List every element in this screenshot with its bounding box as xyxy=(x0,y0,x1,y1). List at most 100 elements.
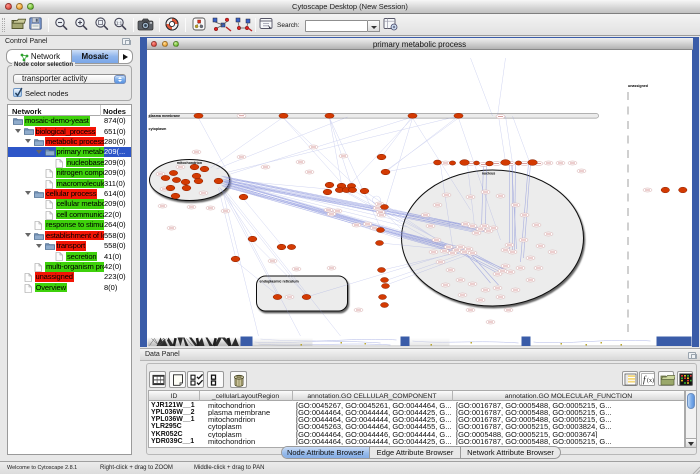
file-icon xyxy=(45,211,55,219)
vizmapper-grid-icon[interactable] xyxy=(192,17,206,31)
layout-network-icon[interactable] xyxy=(212,17,232,32)
attribute-table[interactable]: ID_cellularLayoutRegionannotation.GO CEL… xyxy=(148,390,685,448)
table-cell: [GO:0045267, GO:0045261, GO:0044464, G..… xyxy=(296,402,452,409)
table-row[interactable]: YKR052Ccytoplasm[GO:0044464, GO:0044446,… xyxy=(149,431,684,438)
svg-text:endoplasmic reticulum: endoplasmic reticulum xyxy=(259,280,298,284)
open-folder-icon[interactable] xyxy=(11,17,26,30)
expand-triangle-icon[interactable] xyxy=(36,150,42,154)
select-nodes-label: Select nodes xyxy=(25,89,68,98)
toolbar-separator xyxy=(159,18,160,32)
table-scrollbar[interactable] xyxy=(685,390,697,448)
tree-row[interactable]: nitrogen compo209(0) xyxy=(8,168,131,178)
resize-grip-icon[interactable] xyxy=(692,466,700,474)
zoom-in-icon[interactable] xyxy=(74,17,88,31)
table-row[interactable]: YDR039C__1mitochondrion[GO:0044464, GO:0… xyxy=(149,438,684,445)
node-color-combobox[interactable]: transporter activity xyxy=(13,74,126,84)
search-dropdown-button[interactable] xyxy=(368,20,380,32)
tree-row[interactable]: unassigned 223(0) xyxy=(8,272,131,282)
tree-row-count: 223(0) xyxy=(104,272,126,282)
network-view-window: primary metabolic process plasma membran… xyxy=(140,37,699,347)
window-titlebar: Cytoscape Desktop (New Session) xyxy=(0,0,700,14)
expand-triangle-icon[interactable] xyxy=(15,129,21,133)
network-tree-panel: Network Nodes mosaic-demo-yeast874(0)bio… xyxy=(7,104,132,455)
float-panel-icon[interactable] xyxy=(122,38,130,45)
expand-triangle-icon[interactable] xyxy=(25,233,31,237)
tree-header: Network Nodes xyxy=(8,105,131,116)
import-attr-icon[interactable] xyxy=(658,371,674,386)
column-header[interactable]: _cellularLayoutRegion xyxy=(199,393,292,400)
toolbar-grip xyxy=(2,18,5,32)
column-header[interactable]: ID xyxy=(149,393,199,400)
tree-row[interactable]: response to stimul264(0) xyxy=(8,220,131,230)
column-header[interactable]: annotation.GO MOLECULAR_FUNCTION xyxy=(452,393,685,400)
new-attr-icon[interactable] xyxy=(169,371,186,388)
tab-network-attribute-browser[interactable]: Network Attribute Browser xyxy=(461,447,560,458)
help-ring-icon[interactable] xyxy=(165,17,179,31)
advanced-search-icon[interactable] xyxy=(383,17,398,31)
control-panel: Control Panel Network Mosaic Node color … xyxy=(0,36,140,461)
save-icon[interactable] xyxy=(29,17,42,30)
tree-row[interactable]: primary metabo209(... xyxy=(8,147,131,157)
table-cell: [GO:0016787, GO:0005488, GO:0005215, G..… xyxy=(456,409,685,416)
function-builder-icon[interactable]: f(x) xyxy=(639,371,655,386)
table-row[interactable]: YJR121W__1mitochondrion[GO:0045267, GO:0… xyxy=(149,402,684,409)
attr-list-icon[interactable] xyxy=(622,371,638,386)
tab-mosaic[interactable]: Mosaic xyxy=(71,50,119,63)
expand-triangle-icon[interactable] xyxy=(25,191,31,195)
network-window-titlebar[interactable]: primary metabolic process xyxy=(147,38,693,50)
tree-row[interactable]: secretion41(0) xyxy=(8,251,131,261)
zoom-out-icon[interactable] xyxy=(54,17,68,31)
select-attr-icon[interactable] xyxy=(187,371,204,388)
tree-row[interactable]: cell communicat22(0) xyxy=(8,209,131,219)
status-bar: Welcome to Cytoscape 2.8.1 Right-click +… xyxy=(0,461,700,474)
scrollbar-arrows-icon[interactable] xyxy=(686,438,696,447)
file-icon xyxy=(24,273,34,281)
tree-row[interactable]: macromolecule311(0) xyxy=(8,178,131,188)
unselect-attr-icon[interactable] xyxy=(207,371,224,388)
attribute-window-icon[interactable] xyxy=(259,17,273,30)
svg-text:1:1: 1:1 xyxy=(116,20,123,25)
tree-row-count: 42(0) xyxy=(104,262,122,272)
table-cell: [GO:0044464, GO:0044444, GO:0044425, G..… xyxy=(296,409,452,416)
tree-row-label: macromolecule xyxy=(56,179,104,189)
tree-row-label: secretion xyxy=(66,252,97,262)
tree-row[interactable]: mosaic-demo-yeast874(0) xyxy=(8,116,131,126)
tree-row[interactable]: biological_process651(0) xyxy=(8,126,131,136)
expand-triangle-icon[interactable] xyxy=(36,244,42,248)
scrollbar-thumb[interactable] xyxy=(687,393,695,409)
network-canvas[interactable]: plasma membranecytoplasmmitochondrionnuc… xyxy=(147,50,692,336)
control-panel-header: Control Panel xyxy=(0,37,133,48)
table-row[interactable]: YLR295Ccytoplasm[GO:0045263, GO:0044464,… xyxy=(149,423,684,430)
table-cell: YPL036W__1 xyxy=(151,416,199,423)
delete-attr-icon[interactable] xyxy=(230,371,247,388)
table-row[interactable]: YPL036W__1mitochondrion[GO:0044464, GO:0… xyxy=(149,416,684,423)
tree-row-label: mosaic-demo-yeast xyxy=(24,116,90,126)
tree-row-label: unassigned xyxy=(35,272,74,282)
column-header[interactable]: annotation.GO CELLULAR_COMPONENT xyxy=(292,393,452,400)
plasma-membrane-region[interactable] xyxy=(149,114,598,119)
matrix-icon[interactable] xyxy=(677,371,693,386)
tab-edge-attribute-browser[interactable]: Edge Attribute Browser xyxy=(370,447,461,458)
tree-row[interactable]: multi-organism pro42(0) xyxy=(8,261,131,271)
tree-row[interactable]: nucleobase-209(0) xyxy=(8,157,131,167)
tree-row[interactable]: establishment of lo558(0) xyxy=(8,230,131,240)
select-nodes-checkbox[interactable] xyxy=(13,88,22,97)
search-input[interactable] xyxy=(305,20,368,32)
float-data-panel-icon[interactable] xyxy=(688,352,696,359)
attr-table-icon[interactable] xyxy=(149,371,166,388)
tree-row[interactable]: cellular metabo209(0) xyxy=(8,199,131,209)
tab-scroll-right-button[interactable] xyxy=(119,50,133,63)
tree-row[interactable]: Overview8(0) xyxy=(8,282,131,292)
zoom-fit-icon[interactable] xyxy=(94,17,109,31)
layout-network-alt-icon[interactable] xyxy=(235,17,253,32)
tree-row-label: cell communicat xyxy=(56,210,104,220)
expand-triangle-icon[interactable] xyxy=(25,139,31,143)
nucleus-region[interactable] xyxy=(401,170,583,306)
snapshot-icon[interactable] xyxy=(137,17,154,31)
tree-row[interactable]: metabolic process280(0) xyxy=(8,136,131,146)
tab-node-attribute-browser[interactable]: Node Attribute Browser xyxy=(282,447,370,458)
table-row[interactable]: YPL036W__2plasma membrane[GO:0044464, GO… xyxy=(149,409,684,416)
tree-row[interactable]: transport558(0) xyxy=(8,241,131,251)
zoom-actual-icon[interactable]: 1:1 xyxy=(113,17,127,31)
tree-row[interactable]: cellular process614(0) xyxy=(8,188,131,198)
